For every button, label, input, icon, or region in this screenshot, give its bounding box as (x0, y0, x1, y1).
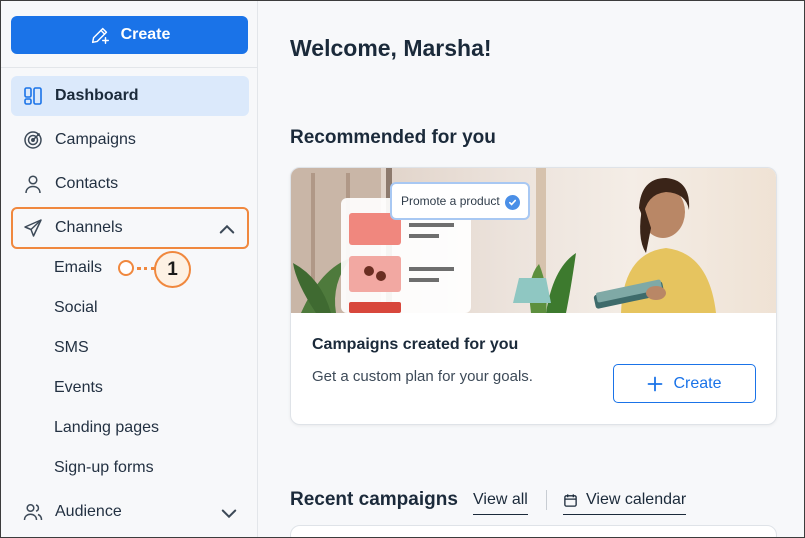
link-separator (546, 490, 547, 510)
card-create-button[interactable]: Create (613, 364, 756, 403)
create-button-label: Create (120, 26, 171, 43)
sidebar-subitem-landing-pages[interactable]: Landing pages (54, 419, 159, 437)
sidebar-subitem-social[interactable]: Social (54, 299, 98, 317)
promote-product-label: Promote a product (401, 194, 500, 208)
recent-campaigns-header: Recent campaigns View all View calendar (290, 487, 770, 517)
sidebar-item-label: Channels (55, 219, 123, 236)
sidebar-item-channels[interactable]: Channels (11, 207, 249, 249)
callout-connector (137, 267, 155, 270)
people-icon (23, 503, 43, 521)
sidebar-subitem-signup-forms[interactable]: Sign-up forms (54, 459, 154, 477)
pencil-plus-icon (91, 27, 109, 44)
card-hero-image: Promote a product (291, 168, 776, 313)
sidebar-item-label: Dashboard (55, 87, 139, 104)
sidebar-item-dashboard[interactable]: Dashboard (11, 76, 249, 116)
send-icon (24, 219, 42, 237)
chevron-up-icon (219, 224, 235, 234)
sidebar-subitem-events[interactable]: Events (54, 379, 103, 397)
dashboard-icon (24, 87, 42, 105)
sidebar: Create Dashboard Campaigns Contacts Chan… (1, 1, 258, 537)
sidebar-item-campaigns[interactable]: Campaigns (11, 120, 249, 160)
sidebar-item-label: Contacts (55, 175, 119, 192)
sidebar-item-label: Audience (55, 503, 122, 520)
sidebar-divider (1, 67, 257, 68)
view-all-link[interactable]: View all (473, 491, 528, 515)
person-icon (25, 175, 41, 194)
sidebar-subitem-emails[interactable]: Emails (54, 259, 102, 277)
target-icon (24, 131, 42, 149)
recent-campaigns-card (290, 525, 777, 537)
card-create-button-label: Create (673, 374, 722, 392)
recommended-heading: Recommended for you (290, 127, 496, 148)
sidebar-item-audience[interactable]: Audience (11, 492, 249, 532)
page-title: Welcome, Marsha! (290, 35, 492, 61)
plus-icon (648, 376, 663, 391)
card-title: Campaigns created for you (312, 336, 519, 353)
check-icon (505, 195, 520, 210)
callout-badge: 1 (154, 251, 191, 288)
hero-illustration (291, 168, 776, 313)
recent-campaigns-heading: Recent campaigns (290, 489, 458, 510)
sidebar-item-label: Campaigns (55, 131, 136, 148)
promote-product-chip: Promote a product (390, 182, 530, 220)
card-description: Get a custom plan for your goals. (312, 368, 533, 385)
recommendation-card: Promote a product Campaigns created for … (290, 167, 777, 425)
calendar-icon (564, 493, 577, 507)
view-calendar-label: View calendar (586, 491, 687, 508)
main-content: Welcome, Marsha! Recommended for you Pro… (258, 1, 804, 537)
sidebar-item-contacts[interactable]: Contacts (11, 164, 249, 204)
create-button[interactable]: Create (11, 16, 248, 54)
view-calendar-link[interactable]: View calendar (563, 491, 687, 515)
callout-marker-dot (118, 260, 134, 276)
chevron-down-icon (221, 509, 237, 519)
sidebar-subitem-sms[interactable]: SMS (54, 339, 89, 357)
app-window: Create Dashboard Campaigns Contacts Chan… (0, 0, 805, 538)
